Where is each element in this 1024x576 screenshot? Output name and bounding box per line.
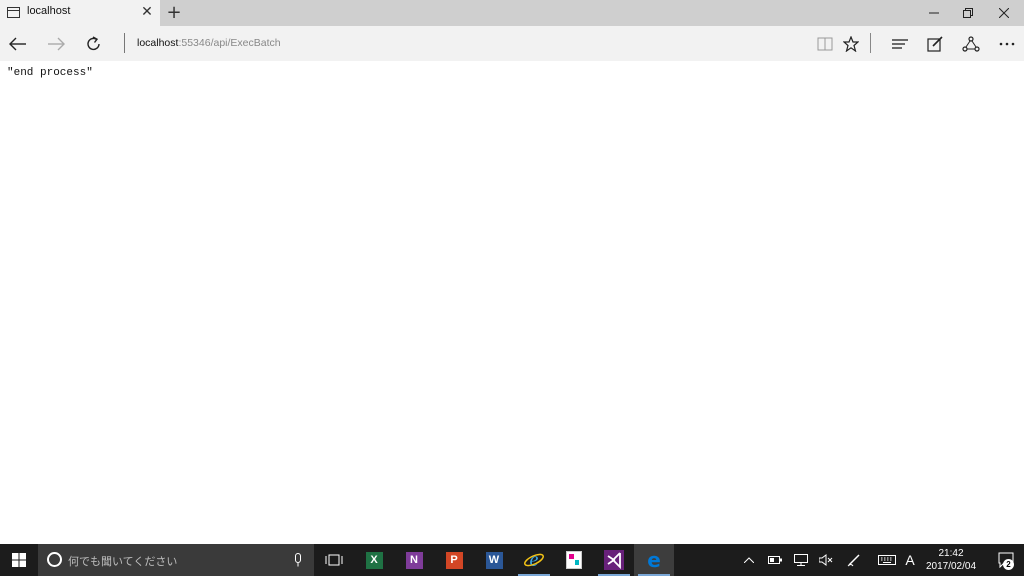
close-tab-icon[interactable]: ✕ bbox=[140, 3, 154, 21]
edge-icon: e bbox=[647, 550, 661, 570]
pen-note-icon bbox=[927, 36, 943, 52]
clock[interactable]: 21:42 2017/02/04 bbox=[920, 547, 982, 573]
touch-keyboard-button[interactable] bbox=[875, 544, 899, 576]
more-button[interactable] bbox=[992, 29, 1022, 59]
title-bar: localhost ✕ + bbox=[0, 0, 1024, 26]
network-indicator[interactable] bbox=[790, 544, 812, 576]
book-icon bbox=[817, 37, 833, 51]
page-content: "end process" bbox=[0, 61, 1024, 544]
battery-icon bbox=[768, 556, 782, 564]
svg-text:e: e bbox=[530, 550, 539, 570]
svg-text:e: e bbox=[647, 550, 661, 570]
clock-time: 21:42 bbox=[938, 548, 964, 559]
url-host: localhost bbox=[137, 37, 179, 49]
share-icon bbox=[962, 36, 980, 52]
browser-tab[interactable]: localhost ✕ bbox=[0, 0, 160, 26]
share-button[interactable] bbox=[956, 29, 986, 59]
toolbar-separator bbox=[870, 33, 871, 53]
onenote-icon: N bbox=[405, 551, 423, 569]
back-arrow-icon bbox=[9, 37, 26, 51]
microphone-icon[interactable] bbox=[291, 551, 305, 569]
internet-explorer-icon: e bbox=[524, 550, 544, 570]
back-button[interactable] bbox=[3, 29, 33, 59]
cortana-search-box[interactable]: 何でも聞いてください bbox=[38, 544, 314, 576]
windows-ink-button[interactable] bbox=[843, 544, 865, 576]
hub-icon bbox=[892, 39, 908, 49]
volume-indicator[interactable] bbox=[815, 544, 837, 576]
task-view-icon bbox=[325, 554, 343, 566]
cortana-icon bbox=[47, 552, 62, 567]
refresh-icon bbox=[87, 36, 100, 51]
minimize-button[interactable] bbox=[916, 0, 952, 26]
task-view-button[interactable] bbox=[314, 544, 354, 576]
start-button[interactable] bbox=[0, 544, 38, 576]
powerpoint-icon: P bbox=[445, 551, 463, 569]
taskbar-word[interactable]: W bbox=[474, 544, 514, 576]
volume-muted-icon bbox=[819, 554, 833, 566]
clock-date: 2017/02/04 bbox=[925, 561, 977, 572]
visual-studio-icon bbox=[604, 550, 624, 570]
paint-icon bbox=[566, 551, 582, 569]
hub-button[interactable] bbox=[885, 29, 915, 59]
star-icon bbox=[843, 36, 859, 52]
taskbar-visual-studio[interactable] bbox=[594, 544, 634, 576]
refresh-button[interactable] bbox=[79, 29, 109, 59]
taskbar-internet-explorer[interactable]: e bbox=[514, 544, 554, 576]
windows-logo-icon bbox=[12, 553, 26, 567]
ime-indicator[interactable]: A bbox=[901, 544, 919, 576]
taskbar-edge[interactable]: e bbox=[634, 544, 674, 576]
page-icon bbox=[7, 7, 20, 18]
network-icon bbox=[794, 554, 808, 566]
show-hidden-icons[interactable] bbox=[738, 544, 760, 576]
forward-arrow-icon bbox=[48, 37, 65, 51]
restore-button[interactable] bbox=[950, 0, 986, 26]
taskbar-excel[interactable]: X bbox=[354, 544, 394, 576]
tab-title: localhost bbox=[27, 5, 71, 17]
forward-button[interactable] bbox=[41, 29, 71, 59]
excel-icon: X bbox=[365, 551, 383, 569]
taskbar-powerpoint[interactable]: P bbox=[434, 544, 474, 576]
url-path: :55346/api/ExecBatch bbox=[178, 37, 281, 49]
notification-count-badge: 2 bbox=[1003, 559, 1014, 570]
taskbar-onenote[interactable]: N bbox=[394, 544, 434, 576]
close-window-button[interactable] bbox=[986, 0, 1022, 26]
new-tab-button[interactable]: + bbox=[164, 2, 184, 24]
search-placeholder: 何でも聞いてください bbox=[68, 555, 178, 568]
word-icon: W bbox=[485, 551, 503, 569]
more-dots-icon bbox=[999, 42, 1015, 46]
battery-indicator[interactable] bbox=[764, 544, 786, 576]
response-text: "end process" bbox=[7, 67, 93, 79]
keyboard-icon bbox=[878, 555, 896, 565]
taskbar-paint[interactable] bbox=[554, 544, 594, 576]
web-note-button[interactable] bbox=[920, 29, 950, 59]
chevron-up-icon bbox=[744, 557, 754, 563]
address-bar[interactable]: localhost:55346/api/ExecBatch bbox=[137, 37, 281, 49]
taskbar: 何でも聞いてください X N P W e e A 21:42 2017/02/0… bbox=[0, 544, 1024, 576]
favorite-button[interactable] bbox=[836, 29, 866, 59]
address-separator bbox=[124, 33, 125, 53]
navigation-toolbar: localhost:55346/api/ExecBatch bbox=[0, 26, 1024, 61]
pen-icon bbox=[847, 554, 860, 567]
